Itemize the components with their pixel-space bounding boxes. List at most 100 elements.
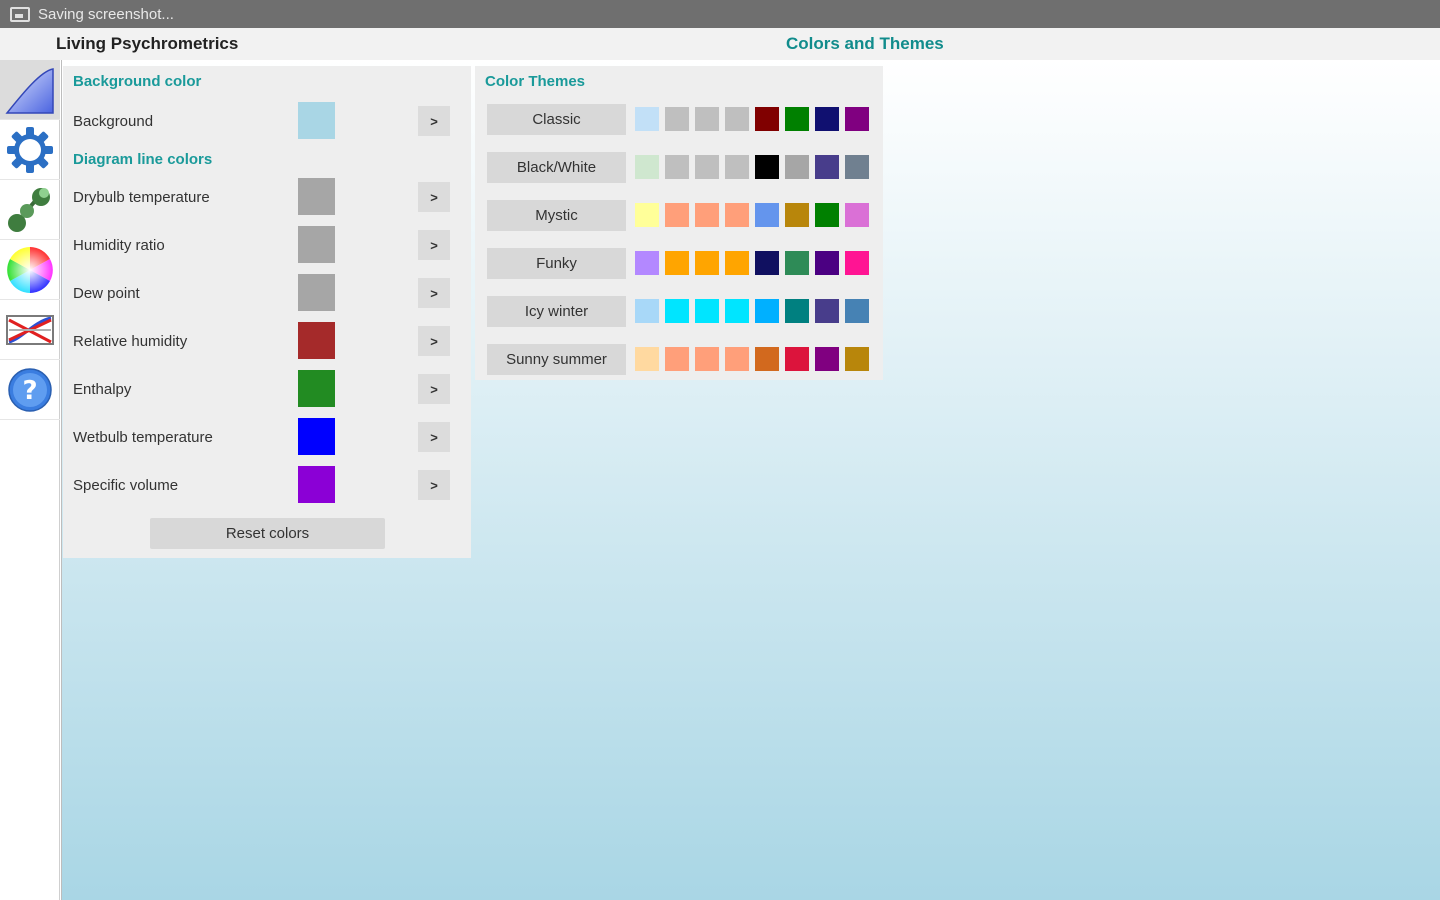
theme-color-swatch	[695, 251, 719, 275]
theme-button[interactable]: Icy winter	[487, 296, 626, 327]
theme-color-swatch	[815, 299, 839, 323]
line-label: Specific volume	[73, 477, 179, 494]
sidebar-item-chart[interactable]	[0, 60, 60, 120]
status-bar: Saving screenshot...	[0, 0, 1440, 28]
section-title: Colors and Themes	[786, 34, 944, 53]
theme-color-swatch	[845, 107, 869, 131]
theme-color-swatch	[695, 347, 719, 371]
theme-color-swatch	[785, 299, 809, 323]
theme-color-swatch	[755, 203, 779, 227]
sidebar-item-compare[interactable]	[0, 300, 60, 360]
line-row-humidity-ratio: Humidity ratio >	[63, 226, 471, 266]
theme-color-swatch	[665, 107, 689, 131]
line-more-button[interactable]: >	[418, 374, 450, 404]
sidebar: ?	[0, 60, 60, 900]
line-more-button[interactable]: >	[418, 182, 450, 212]
screenshot-icon	[10, 6, 30, 22]
theme-color-swatch	[665, 299, 689, 323]
theme-color-swatch	[815, 251, 839, 275]
background-heading: Background color	[73, 73, 202, 90]
line-row-dew-point: Dew point >	[63, 274, 471, 314]
chart-icon	[5, 67, 54, 114]
line-label: Enthalpy	[73, 381, 132, 398]
theme-color-swatch	[845, 347, 869, 371]
theme-color-swatch	[695, 155, 719, 179]
themes-panel: Color Themes Classic Black/White Mystic Fun…	[475, 66, 883, 380]
process-icon	[8, 187, 50, 232]
theme-color-swatch	[785, 107, 809, 131]
line-label: Dew point	[73, 285, 140, 302]
background-row: Background >	[63, 102, 471, 142]
background-more-button[interactable]: >	[418, 106, 450, 136]
sidebar-item-settings[interactable]	[0, 120, 60, 180]
theme-color-swatch	[725, 155, 749, 179]
line-color-swatch[interactable]	[298, 274, 335, 311]
line-color-swatch[interactable]	[298, 226, 335, 263]
line-label: Wetbulb temperature	[73, 429, 213, 446]
theme-button[interactable]: Mystic	[487, 200, 626, 231]
line-row-relative-humidity: Relative humidity >	[63, 322, 471, 362]
line-color-swatch[interactable]	[298, 466, 335, 503]
line-more-button[interactable]: >	[418, 230, 450, 260]
theme-color-swatch	[725, 299, 749, 323]
theme-color-swatch	[635, 203, 659, 227]
line-label: Drybulb temperature	[73, 189, 210, 206]
theme-color-swatch	[635, 299, 659, 323]
compare-icon	[6, 314, 54, 345]
line-more-button[interactable]: >	[418, 326, 450, 356]
background-label: Background	[73, 113, 154, 130]
line-color-swatch[interactable]	[298, 418, 335, 455]
status-text: Saving screenshot...	[38, 5, 174, 23]
theme-color-swatch	[695, 203, 719, 227]
line-more-button[interactable]: >	[418, 422, 450, 452]
theme-color-swatch	[845, 299, 869, 323]
line-color-swatch[interactable]	[298, 322, 335, 359]
theme-button[interactable]: Classic	[487, 104, 626, 135]
line-row-enthalpy: Enthalpy >	[63, 370, 471, 410]
theme-color-swatch	[785, 155, 809, 179]
line-color-swatch[interactable]	[298, 370, 335, 407]
theme-color-swatch	[755, 299, 779, 323]
sidebar-item-process[interactable]	[0, 180, 60, 240]
line-label: Relative humidity	[73, 333, 188, 350]
theme-color-swatch	[695, 299, 719, 323]
title-bar: Living Psychrometrics Colors and Themes	[0, 28, 1440, 60]
line-row-specific-volume: Specific volume >	[63, 466, 471, 506]
svg-text:?: ?	[22, 376, 37, 406]
theme-row: Black/White	[475, 152, 883, 186]
theme-button[interactable]: Sunny summer	[487, 344, 626, 375]
theme-color-swatch	[755, 155, 779, 179]
theme-color-swatch	[785, 251, 809, 275]
theme-color-swatch	[665, 155, 689, 179]
background-swatch[interactable]	[298, 102, 335, 139]
theme-color-swatch	[725, 107, 749, 131]
app-title: Living Psychrometrics	[56, 34, 239, 53]
line-row-wetbulb: Wetbulb temperature >	[63, 418, 471, 458]
theme-color-swatch	[845, 203, 869, 227]
theme-color-swatch	[785, 203, 809, 227]
diagram-line-colors-heading: Diagram line colors	[73, 151, 213, 168]
theme-color-swatch	[755, 251, 779, 275]
line-more-button[interactable]: >	[418, 470, 450, 500]
theme-row: Classic	[475, 104, 883, 138]
reset-colors-button[interactable]: Reset colors	[150, 518, 385, 549]
color-themes-heading: Color Themes	[485, 73, 586, 90]
theme-row: Sunny summer	[475, 344, 883, 378]
theme-color-swatch	[815, 347, 839, 371]
theme-button[interactable]: Black/White	[487, 152, 626, 183]
theme-color-swatch	[845, 155, 869, 179]
line-color-swatch[interactable]	[298, 178, 335, 215]
theme-button[interactable]: Funky	[487, 248, 626, 279]
color-wheel-icon	[7, 246, 53, 293]
theme-color-swatch	[815, 203, 839, 227]
sidebar-item-colors[interactable]	[0, 240, 60, 300]
theme-color-swatch	[665, 203, 689, 227]
theme-color-swatch	[695, 107, 719, 131]
theme-color-swatch	[635, 107, 659, 131]
sidebar-item-help[interactable]: ?	[0, 360, 60, 420]
theme-color-swatch	[755, 107, 779, 131]
line-row-drybulb: Drybulb temperature >	[63, 178, 471, 218]
theme-color-swatch	[635, 251, 659, 275]
line-more-button[interactable]: >	[418, 278, 450, 308]
theme-color-swatch	[665, 251, 689, 275]
